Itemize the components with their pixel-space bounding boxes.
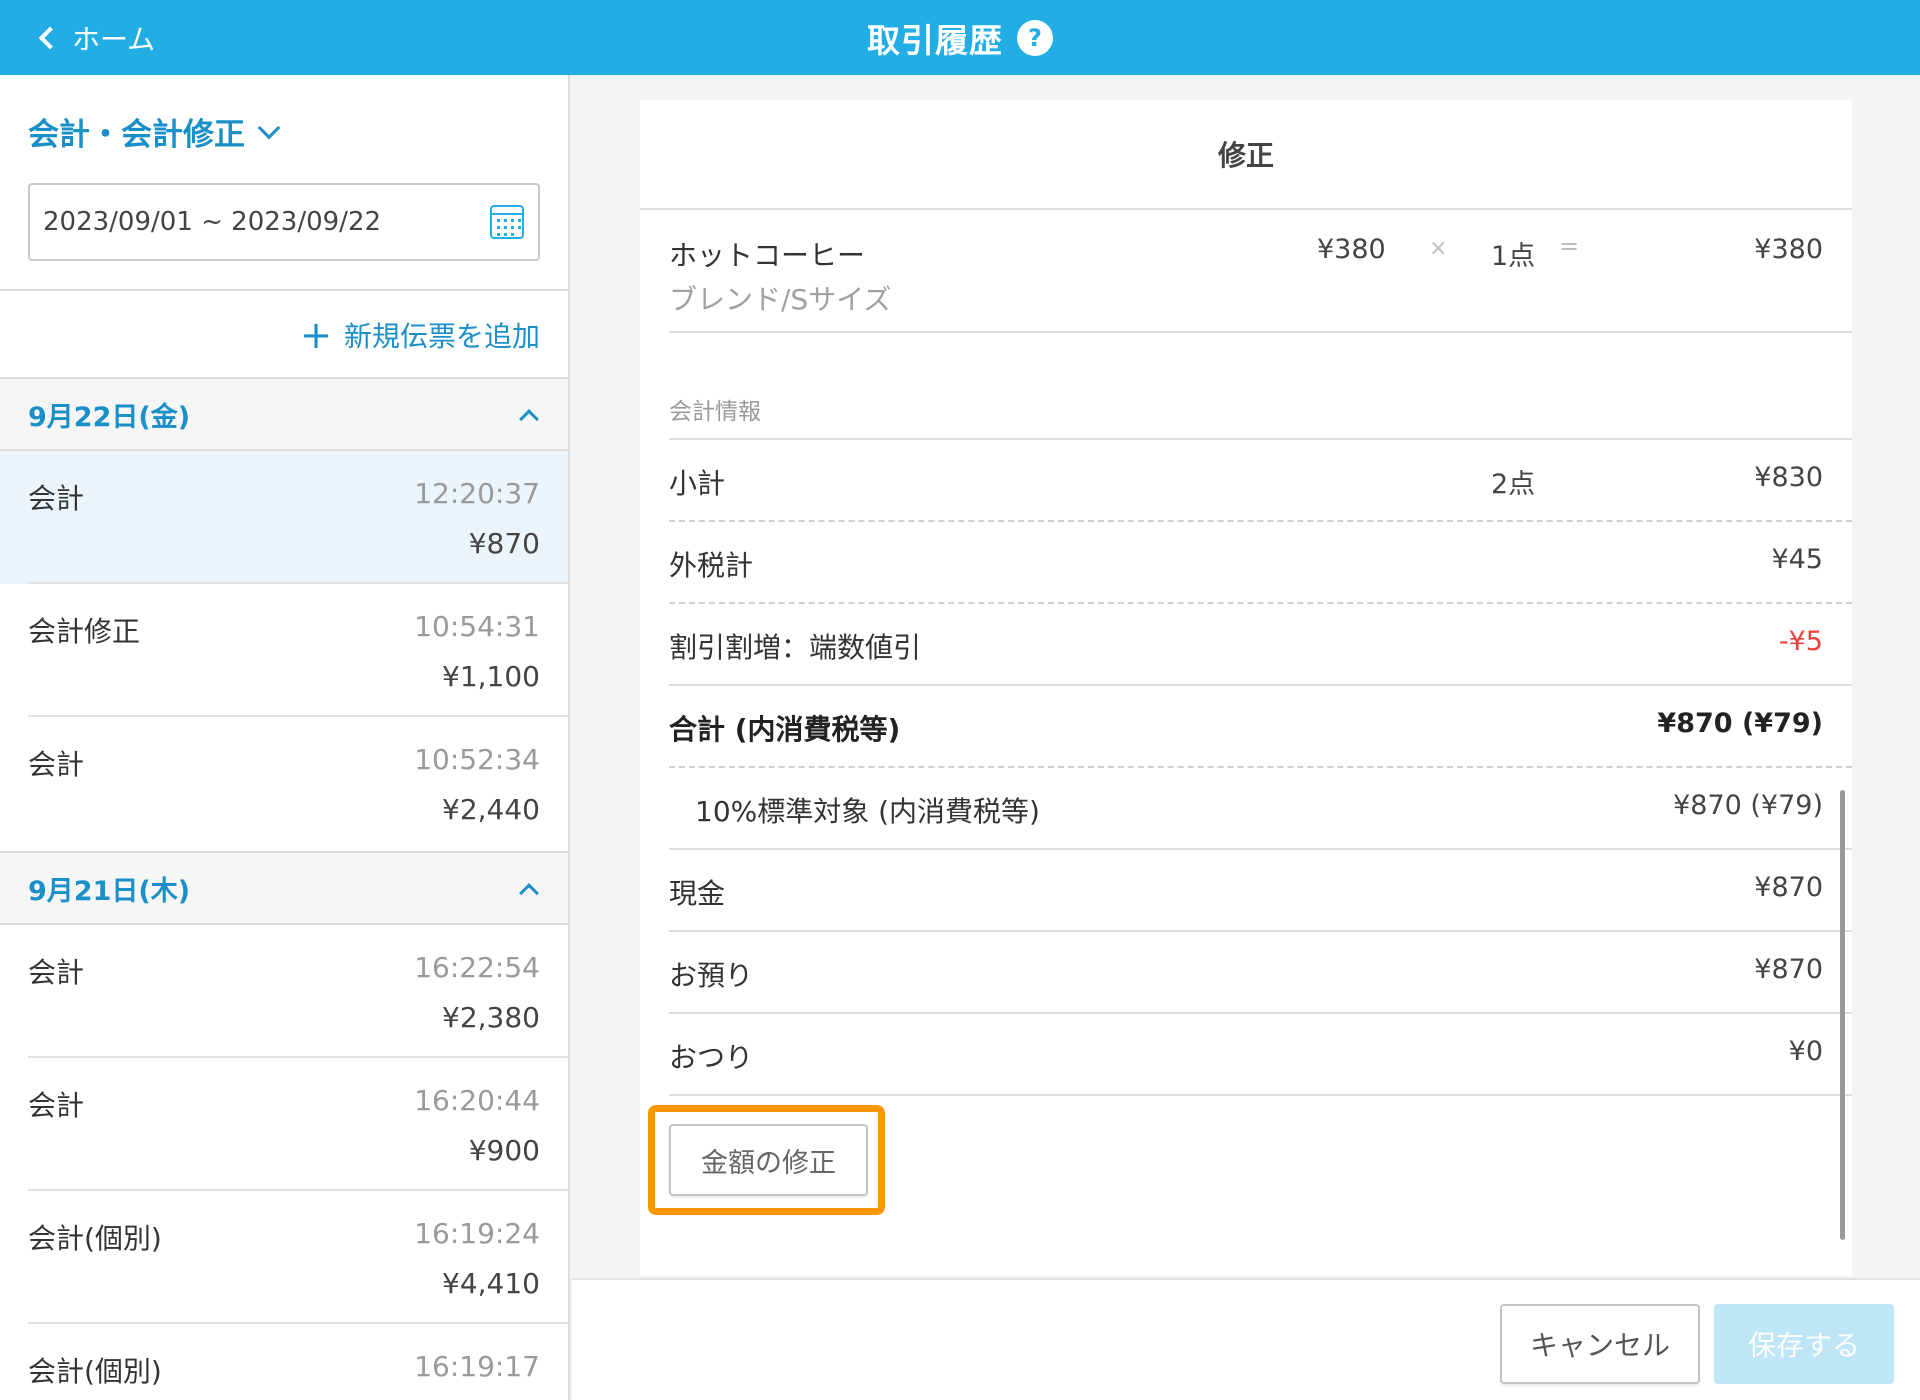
row-value: ¥870 xyxy=(1754,872,1823,903)
app-header: ホーム 取引履歴 ? xyxy=(0,0,1920,75)
transaction-kind: 会計 xyxy=(28,956,85,989)
add-new-slip-button[interactable]: + 新規伝票を追加 xyxy=(300,315,540,355)
transaction-kind: 会計(個別) xyxy=(28,1355,162,1388)
date-range-field[interactable]: 2023/09/01 ~ 2023/09/22 xyxy=(28,183,540,261)
transaction-item[interactable]: 会計(個別) 16:19:24 ¥4,410 xyxy=(0,1191,568,1324)
header-title-group: 取引履歴 ? xyxy=(0,0,1920,75)
subtotal-row: 小計 2点 ¥830 xyxy=(669,440,1852,522)
date-range-value: 2023/09/01 ~ 2023/09/22 xyxy=(43,207,382,237)
transaction-amount: ¥4,410 xyxy=(442,1267,540,1300)
day-label: 9月22日(金) xyxy=(28,401,191,433)
chevron-down-icon xyxy=(257,116,281,139)
item-unit-price: ¥380 xyxy=(1317,234,1386,265)
row-value: ¥0 xyxy=(1788,1036,1823,1067)
page-title: 取引履歴 xyxy=(867,20,1003,60)
item-name: ホットコーヒー xyxy=(669,239,866,272)
section-label: 会計情報 xyxy=(669,399,761,425)
row-label: 合計 (内消費税等) xyxy=(669,713,901,746)
line-item: ホットコーヒー ブレンド/Sサイズ ¥380 × 1点 = ¥380 xyxy=(669,210,1852,333)
transaction-time: 16:19:17 xyxy=(414,1350,540,1383)
transaction-time: 16:19:24 xyxy=(414,1217,540,1250)
item-quantity: 1点 xyxy=(1491,241,1536,272)
item-total: ¥380 xyxy=(1754,234,1823,265)
detail-title: 修正 xyxy=(640,100,1852,210)
save-button[interactable]: 保存する xyxy=(1714,1304,1894,1384)
transaction-time: 10:52:34 xyxy=(414,743,540,776)
transaction-item[interactable]: 会計 10:52:34 ¥2,440 xyxy=(0,717,568,850)
equals-icon: = xyxy=(1559,232,1580,260)
day-header-0921[interactable]: 9月21日(木) xyxy=(0,851,568,925)
fix-amount-button[interactable]: 金額の修正 xyxy=(669,1124,868,1196)
transaction-kind: 会計 xyxy=(28,1089,85,1122)
transaction-amount: ¥1,100 xyxy=(442,660,540,693)
row-label: 現金 xyxy=(669,877,726,910)
chevron-up-icon xyxy=(519,883,539,903)
transaction-sidebar: 会計・会計修正 2023/09/01 ~ 2023/09/22 + 新規伝票を追… xyxy=(0,75,570,1400)
transaction-kind: 会計 xyxy=(28,482,85,515)
cash-row: 現金 ¥870 xyxy=(669,850,1852,932)
transaction-item[interactable]: 会計 16:20:44 ¥900 xyxy=(0,1058,568,1191)
plus-icon: + xyxy=(300,313,332,357)
calendar-icon[interactable] xyxy=(490,205,524,239)
transaction-item[interactable]: 会計(個別) 16:19:17 xyxy=(0,1324,568,1400)
row-label: 小計 xyxy=(669,467,726,500)
scrollbar[interactable] xyxy=(1840,790,1845,1240)
row-value: -¥5 xyxy=(1778,626,1823,657)
transaction-type-filter[interactable]: 会計・会計修正 xyxy=(28,109,281,154)
transaction-kind: 会計 xyxy=(28,748,85,781)
divider xyxy=(0,289,568,291)
row-label: 割引割増：端数値引 xyxy=(669,631,922,664)
row-value: ¥870 (¥79) xyxy=(1657,708,1823,739)
deposit-row: お預り ¥870 xyxy=(669,932,1852,1014)
transaction-time: 16:20:44 xyxy=(414,1084,540,1117)
cancel-button[interactable]: キャンセル xyxy=(1500,1304,1700,1384)
multiply-icon: × xyxy=(1429,236,1448,261)
help-icon[interactable]: ? xyxy=(1017,19,1053,56)
day-header-0922[interactable]: 9月22日(金) xyxy=(0,377,568,451)
add-new-label: 新規伝票を追加 xyxy=(343,320,540,353)
row-label: おつり xyxy=(669,1041,754,1074)
chevron-up-icon xyxy=(519,409,539,429)
action-footer: キャンセル 保存する xyxy=(572,1278,1920,1400)
total-row: 合計 (内消費税等) ¥870 (¥79) xyxy=(669,686,1852,768)
transaction-item[interactable]: 会計 16:22:54 ¥2,380 xyxy=(0,925,568,1058)
transaction-item[interactable]: 会計 12:20:37 ¥870 xyxy=(0,451,568,584)
row-label: 外税計 xyxy=(669,549,754,582)
transaction-kind: 会計(個別) xyxy=(28,1222,162,1255)
row-label: 10%標準対象 (内消費税等) xyxy=(695,795,1040,828)
transaction-time: 16:22:54 xyxy=(414,951,540,984)
row-label: お預り xyxy=(669,959,754,992)
transaction-amount: ¥2,440 xyxy=(442,793,540,826)
transaction-detail-card: 修正 ホットコーヒー ブレンド/Sサイズ ¥380 × 1点 = ¥380 会計… xyxy=(640,100,1852,1276)
transaction-amount: ¥900 xyxy=(468,1134,540,1167)
change-row: おつり ¥0 xyxy=(669,1014,1852,1096)
row-value: ¥870 (¥79) xyxy=(1673,790,1823,821)
transaction-kind: 会計修正 xyxy=(28,615,141,648)
filter-label: 会計・会計修正 xyxy=(28,117,245,153)
transaction-item[interactable]: 会計修正 10:54:31 ¥1,100 xyxy=(0,584,568,717)
row-value: ¥830 xyxy=(1754,462,1823,493)
transaction-time: 12:20:37 xyxy=(414,477,540,510)
transaction-amount: ¥2,380 xyxy=(442,1001,540,1034)
item-variant: ブレンド/Sサイズ xyxy=(669,283,892,316)
transaction-time: 10:54:31 xyxy=(414,610,540,643)
row-value: ¥870 xyxy=(1754,954,1823,985)
discount-row: 割引割増：端数値引 -¥5 xyxy=(669,604,1852,686)
tax-row: 外税計 ¥45 xyxy=(669,522,1852,604)
row-value: ¥45 xyxy=(1771,544,1823,575)
transaction-amount: ¥870 xyxy=(468,527,540,560)
day-label: 9月21日(木) xyxy=(28,875,191,907)
tax-standard-row: 10%標準対象 (内消費税等) ¥870 (¥79) xyxy=(669,768,1852,850)
row-quantity: 2点 xyxy=(1491,469,1536,500)
